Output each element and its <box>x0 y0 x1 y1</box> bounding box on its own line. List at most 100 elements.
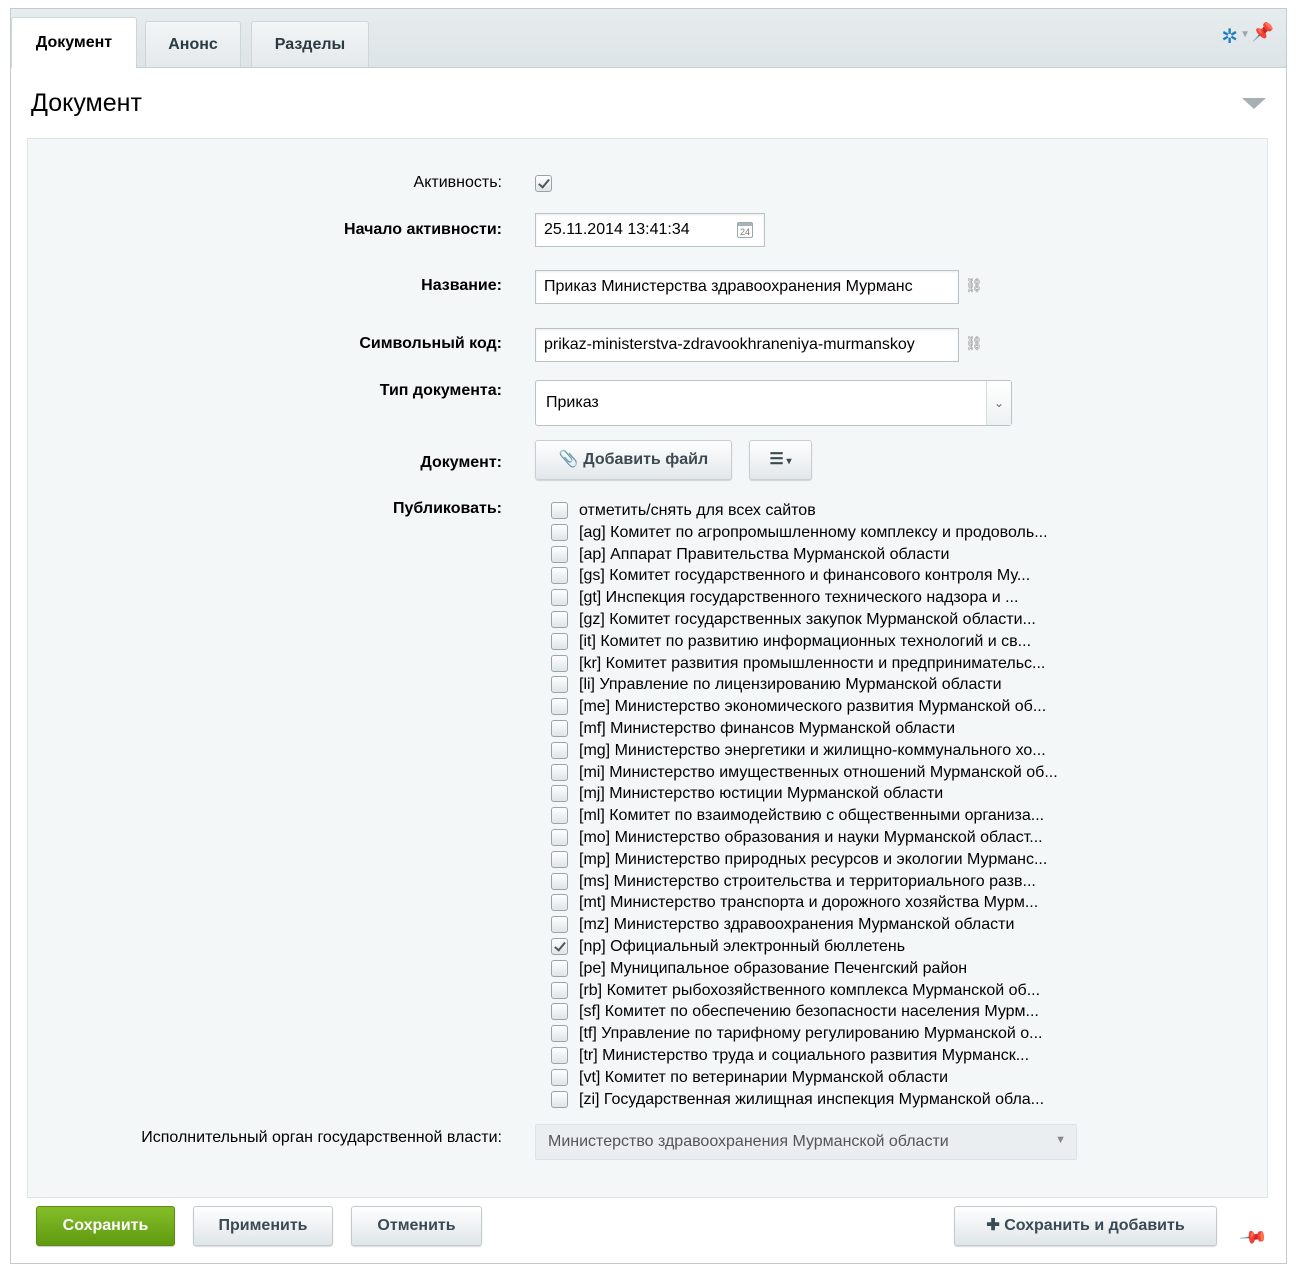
site-checkbox-item[interactable]: [gz] Комитет государственных закупок Мур… <box>551 610 1058 632</box>
site-checkbox[interactable] <box>551 632 568 650</box>
site-checkbox[interactable] <box>551 981 568 999</box>
site-checkbox[interactable] <box>551 719 568 737</box>
site-checkbox[interactable] <box>551 523 568 541</box>
site-checkbox[interactable] <box>551 698 568 716</box>
file-label: Документ: <box>420 454 502 471</box>
site-checkbox-item[interactable]: [mg] Министерство энергетики и жилищно-к… <box>551 741 1058 763</box>
site-checkbox-item[interactable]: [tr] Министерство труда и социального ра… <box>551 1046 1058 1068</box>
site-checkbox[interactable] <box>551 545 568 563</box>
publish-label: Публиковать: <box>393 500 502 517</box>
site-checkbox[interactable] <box>551 654 568 672</box>
site-checkbox-item[interactable]: [vt] Комитет по ветеринарии Мурманской о… <box>551 1068 1058 1090</box>
pin-icon[interactable]: 📌 <box>1252 22 1274 43</box>
active-label: Активность: <box>413 174 502 191</box>
site-label: отметить/снять для всех сайтов <box>579 502 816 519</box>
doctype-value: Приказ <box>546 394 599 411</box>
site-checkbox-item[interactable]: [ap] Аппарат Правительства Мурманской об… <box>551 545 1058 567</box>
site-checkbox-item[interactable]: [ag] Комитет по агропромышленному компле… <box>551 523 1058 545</box>
site-checkbox-item[interactable]: [kr] Комитет развития промышленности и п… <box>551 654 1058 676</box>
site-label: [zi] Государственная жилищная инспекция … <box>579 1090 1045 1108</box>
code-input[interactable]: prikaz-ministerstva-zdravookhraneniya-mu… <box>535 328 959 362</box>
authority-select[interactable]: Министерство здравоохранения Мурманской … <box>535 1124 1077 1160</box>
form-panel: Активность: Начало активности: 25.11.201… <box>27 138 1268 1198</box>
site-checkbox-item[interactable]: [me] Министерство экономического развити… <box>551 697 1058 719</box>
site-label: [tf] Управление по тарифному регулирован… <box>579 1025 1043 1043</box>
site-checkbox[interactable] <box>551 763 568 781</box>
site-checkbox-item[interactable]: [rb] Комитет рыбохозяйственного комплекс… <box>551 981 1058 1003</box>
tab-document[interactable]: Документ <box>11 17 137 68</box>
start-date-input[interactable]: 25.11.2014 13:41:34 24 <box>535 213 765 247</box>
apply-button[interactable]: Применить <box>193 1206 333 1246</box>
link-icon[interactable]: ⛓ <box>965 335 983 352</box>
site-checkbox[interactable] <box>551 828 568 846</box>
collapse-arrow-icon[interactable] <box>1242 98 1266 109</box>
name-input[interactable]: Приказ Министерства здравоохранения Мурм… <box>535 270 959 304</box>
site-label: [mf] Министерство финансов Мурманской об… <box>579 719 956 737</box>
doctype-label: Тип документа: <box>379 382 502 399</box>
site-checkbox[interactable] <box>551 1090 568 1108</box>
site-checkbox-item[interactable]: [it] Комитет по развитию информационных … <box>551 632 1058 654</box>
site-label: [ms] Министерство строительства и террит… <box>579 872 1036 890</box>
active-checkbox[interactable] <box>535 175 552 192</box>
site-checkbox[interactable] <box>551 894 568 912</box>
site-checkbox-item[interactable]: [mo] Министерство образования и науки Му… <box>551 828 1058 850</box>
gear-icon[interactable]: ✲ <box>1221 24 1238 49</box>
start-date-value: 25.11.2014 13:41:34 <box>544 221 690 238</box>
site-checkbox[interactable] <box>551 567 568 585</box>
site-label: [mt] Министерство транспорта и дорожного… <box>579 894 1039 912</box>
site-checkbox-item[interactable]: [li] Управление по лицензированию Мурман… <box>551 675 1058 697</box>
site-checkbox[interactable] <box>551 937 568 955</box>
start-date-label: Начало активности: <box>344 221 502 238</box>
site-checkbox[interactable] <box>551 959 568 977</box>
site-checkbox[interactable] <box>551 785 568 803</box>
site-checkbox-item[interactable]: [np] Официальный электронный бюллетень <box>551 937 1058 959</box>
save-button[interactable]: Сохранить <box>36 1206 175 1246</box>
cancel-button[interactable]: Отменить <box>351 1206 482 1246</box>
site-label: [sf] Комитет по обеспечению безопасности… <box>579 1003 1039 1021</box>
plus-icon: ✚ <box>986 1217 1000 1234</box>
site-checkbox[interactable] <box>551 589 568 607</box>
link-icon[interactable]: ⛓ <box>965 277 983 294</box>
site-checkbox[interactable] <box>551 807 568 825</box>
site-checkbox-item[interactable]: [mi] Министерство имущественных отношени… <box>551 763 1058 785</box>
site-label: [mo] Министерство образования и науки Му… <box>579 828 1043 846</box>
site-checkbox[interactable] <box>551 1046 568 1064</box>
add-file-button[interactable]: 📎 Добавить файл <box>535 440 732 480</box>
save-and-add-button[interactable]: ✚ Сохранить и добавить <box>954 1206 1217 1246</box>
site-checkbox-item[interactable]: [pe] Муниципальное образование Печенгски… <box>551 959 1058 981</box>
tab-sections[interactable]: Разделы <box>251 21 369 67</box>
site-checkbox[interactable] <box>551 916 568 934</box>
site-checkbox-item[interactable]: [mp] Министерство природных ресурсов и э… <box>551 850 1058 872</box>
site-checkbox-item[interactable]: [mt] Министерство транспорта и дорожного… <box>551 893 1058 915</box>
site-checkbox-item[interactable]: [zi] Государственная жилищная инспекция … <box>551 1090 1058 1112</box>
site-checkbox-item[interactable]: [mz] Министерство здравоохранения Мурман… <box>551 915 1058 937</box>
site-checkbox[interactable] <box>551 676 568 694</box>
site-checkbox-item[interactable]: [gt] Инспекция государственного техничес… <box>551 588 1058 610</box>
chevron-down-icon[interactable]: ⌄ <box>986 381 1011 425</box>
site-checkbox-item[interactable]: [mj] Министерство юстиции Мурманской обл… <box>551 784 1058 806</box>
site-checkbox[interactable] <box>551 1003 568 1021</box>
site-checkbox-item[interactable]: [ms] Министерство строительства и террит… <box>551 872 1058 894</box>
site-checkbox[interactable] <box>551 1068 568 1086</box>
doctype-select[interactable]: Приказ ⌄ <box>535 380 1012 426</box>
chevron-down-icon[interactable]: ▼ <box>1240 29 1250 40</box>
pin-icon[interactable]: 📌 <box>1238 1222 1269 1252</box>
site-label: [mg] Министерство энергетики и жилищно-к… <box>579 741 1046 759</box>
site-checkbox-item[interactable]: [mf] Министерство финансов Мурманской об… <box>551 719 1058 741</box>
calendar-icon[interactable]: 24 <box>737 222 753 238</box>
site-checkbox-item[interactable]: [sf] Комитет по обеспечению безопасности… <box>551 1002 1058 1024</box>
tab-announcement[interactable]: Анонс <box>145 21 241 67</box>
site-checkbox-item[interactable]: [tf] Управление по тарифному регулирован… <box>551 1024 1058 1046</box>
site-checkbox[interactable] <box>551 502 568 519</box>
site-checkbox-item[interactable]: [ml] Комитет по взаимодействию с обществ… <box>551 806 1058 828</box>
file-menu-button[interactable]: ☰ ▾ <box>749 440 812 480</box>
site-label: [vt] Комитет по ветеринарии Мурманской о… <box>579 1068 949 1086</box>
site-checkbox[interactable] <box>551 1025 568 1043</box>
menu-icon: ☰ <box>769 451 784 468</box>
site-checkbox-item[interactable]: отметить/снять для всех сайтов <box>551 501 1058 523</box>
site-checkbox[interactable] <box>551 872 568 890</box>
site-checkbox-item[interactable]: [gs] Комитет государственного и финансов… <box>551 566 1058 588</box>
site-checkbox[interactable] <box>551 850 568 868</box>
site-checkbox[interactable] <box>551 610 568 628</box>
site-checkbox[interactable] <box>551 741 568 759</box>
